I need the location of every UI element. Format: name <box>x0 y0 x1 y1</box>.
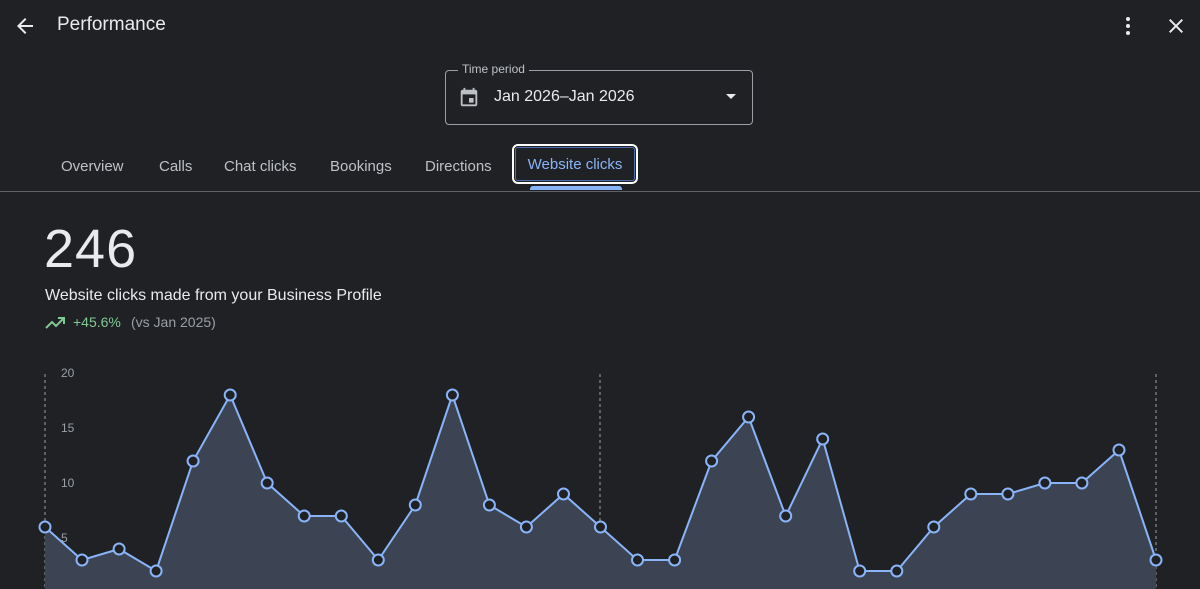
chart-data-point[interactable] <box>38 520 52 534</box>
chart-data-point[interactable] <box>668 553 682 567</box>
chart-data-point[interactable] <box>779 509 793 523</box>
metric-description: Website clicks made from your Business P… <box>45 287 382 304</box>
metric-value: 246 <box>44 219 138 279</box>
trending-up-icon <box>45 317 65 329</box>
tab-calls[interactable]: Calls <box>159 158 192 175</box>
tab-chat-clicks[interactable]: Chat clicks <box>224 158 297 175</box>
back-button[interactable] <box>7 8 43 44</box>
chart-data-point[interactable] <box>260 476 274 490</box>
chart-data-point[interactable] <box>594 520 607 534</box>
chart-data-point[interactable] <box>705 454 719 468</box>
dropdown-arrow-icon <box>726 94 736 99</box>
tab-overview[interactable]: Overview <box>61 158 124 175</box>
y-axis-tick-label: 20 <box>61 366 75 380</box>
arrow-back-icon <box>17 18 33 34</box>
close-button[interactable] <box>1158 8 1194 44</box>
more-vert-icon <box>1126 17 1130 35</box>
chart-data-point[interactable] <box>1001 487 1015 501</box>
trend-percentage: +45.6% <box>73 314 121 330</box>
chart-data-point[interactable] <box>1038 476 1052 490</box>
top-app-bar: Performance <box>0 0 1200 52</box>
page-title: Performance <box>57 14 166 35</box>
chart-data-point[interactable] <box>816 432 830 446</box>
chart-data-point[interactable] <box>557 487 570 501</box>
more-options-button[interactable] <box>1110 8 1146 44</box>
chart-data-point[interactable] <box>482 498 496 512</box>
chart-data-point[interactable] <box>186 454 200 468</box>
active-tab-indicator <box>530 186 622 190</box>
chart-data-point[interactable] <box>742 410 756 424</box>
chart-data-point[interactable] <box>334 509 348 523</box>
time-period-value: Jan 2026–Jan 2026 <box>494 88 635 105</box>
tab-bookings[interactable]: Bookings <box>330 158 392 175</box>
calendar-icon <box>460 87 478 107</box>
chart-data-point[interactable] <box>519 520 533 534</box>
chart-data-point[interactable] <box>1149 553 1163 567</box>
chart-data-point[interactable] <box>297 509 311 523</box>
chart-data-point[interactable] <box>927 520 941 534</box>
chart-data-point[interactable] <box>371 553 385 567</box>
chart-data-point[interactable] <box>853 564 867 578</box>
chart-data-point[interactable] <box>149 564 163 578</box>
chart-data-point[interactable] <box>890 564 904 578</box>
chart-data-point[interactable] <box>631 553 644 567</box>
chart-data-point[interactable] <box>75 553 89 567</box>
time-period-select[interactable]: Time period Jan 2026–Jan 2026 <box>445 62 753 125</box>
tab-bar: Overview Calls Chat clicks Bookings Dire… <box>0 140 1200 192</box>
chart-data-point[interactable] <box>112 542 126 556</box>
trend-comparison: (vs Jan 2025) <box>131 314 216 330</box>
chart-data-point[interactable] <box>964 487 978 501</box>
chart-data-point[interactable] <box>1112 443 1126 457</box>
tab-directions[interactable]: Directions <box>425 158 492 175</box>
website-clicks-chart: 5 10 15 20 <box>38 366 1163 589</box>
time-period-label: Time period <box>458 62 529 76</box>
chart-data-point[interactable] <box>445 388 459 402</box>
chart-data-point[interactable] <box>408 498 422 512</box>
chart-data-point[interactable] <box>1075 476 1089 490</box>
y-axis-tick-label: 10 <box>61 476 75 490</box>
chart-data-point[interactable] <box>223 388 237 402</box>
close-icon <box>1169 19 1183 33</box>
tab-website-clicks[interactable]: Website clicks <box>512 144 638 184</box>
y-axis-tick-label: 15 <box>61 421 75 435</box>
y-axis-tick-label: 5 <box>61 531 68 545</box>
